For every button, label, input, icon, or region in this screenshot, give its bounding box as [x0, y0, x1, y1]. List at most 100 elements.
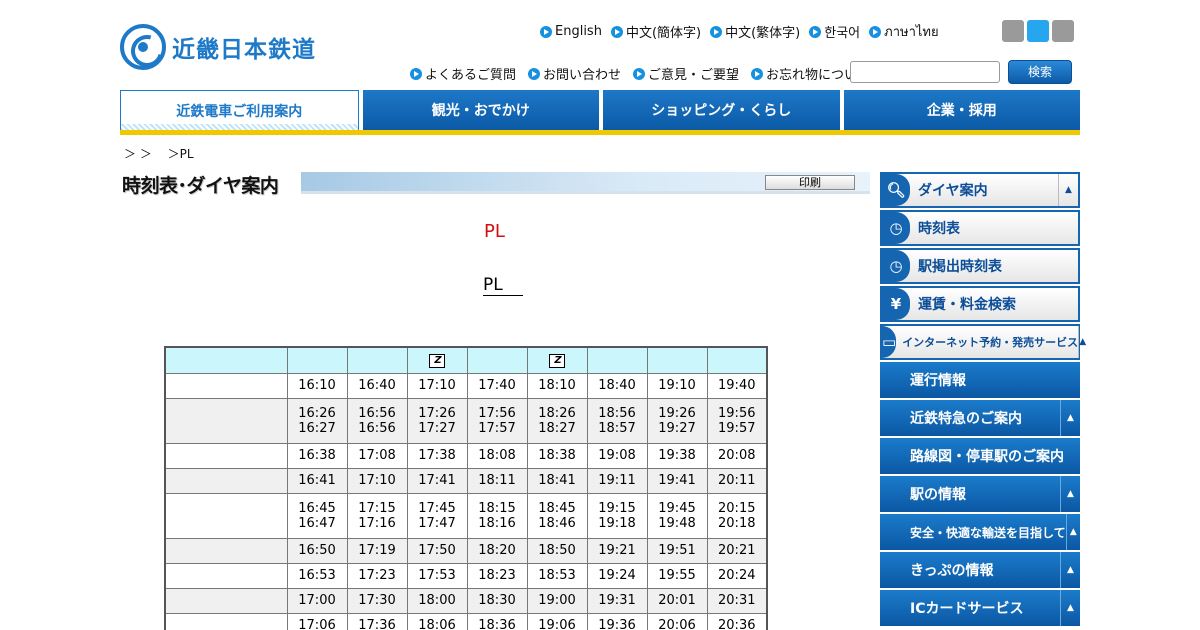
nav-tab-shopping[interactable]: ショッピング・くらし — [603, 90, 840, 130]
lang-link-korean[interactable]: 한국어 — [809, 21, 860, 42]
font-size-medium-button[interactable] — [1027, 20, 1049, 42]
expand-arrow-icon[interactable]: ▲ — [1060, 552, 1080, 588]
time-cell[interactable]: 19:15 19:18 — [586, 492, 648, 539]
time-cell[interactable]: 18:45 18:46 — [526, 492, 588, 539]
time-cell[interactable]: 17:38 — [406, 442, 468, 469]
time-cell[interactable]: 20:06 — [646, 612, 708, 630]
expand-arrow-icon[interactable]: ▲ — [1078, 326, 1086, 358]
time-cell[interactable]: 18:10 — [526, 372, 588, 399]
font-size-large-button[interactable] — [1052, 20, 1074, 42]
time-cell[interactable]: 19:21 — [586, 537, 648, 564]
time-cell[interactable]: 20:11 — [706, 467, 768, 494]
time-cell[interactable]: 17:56 17:57 — [466, 397, 528, 444]
time-cell[interactable]: 19:06 — [526, 612, 588, 630]
time-cell[interactable]: 17:00 — [286, 587, 348, 614]
time-cell[interactable]: 19:56 19:57 — [706, 397, 768, 444]
time-cell[interactable]: 19:51 — [646, 537, 708, 564]
side-nav-link[interactable]: ICカードサービス ▲ — [880, 590, 1080, 626]
side-nav-item[interactable]: ◷ 時刻表 — [880, 210, 1080, 246]
site-search-input[interactable] — [850, 61, 1000, 83]
time-cell[interactable]: 16:10 — [286, 372, 348, 399]
time-cell[interactable]: 20:01 — [646, 587, 708, 614]
lang-link-thai[interactable]: ภาษาไทย — [869, 21, 939, 42]
time-cell[interactable]: 19:31 — [586, 587, 648, 614]
time-cell[interactable]: 18:20 — [466, 537, 528, 564]
time-cell[interactable]: 20:36 — [706, 612, 768, 630]
time-cell[interactable]: 18:53 — [526, 562, 588, 589]
side-nav-item[interactable]: ▭ インターネット予約・発売サービス ▲ — [880, 324, 1086, 360]
time-cell[interactable]: 19:11 — [586, 467, 648, 494]
time-cell[interactable]: 18:41 — [526, 467, 588, 494]
time-cell[interactable]: 17:50 — [406, 537, 468, 564]
time-cell[interactable]: 18:38 — [526, 442, 588, 469]
nav-tab-corporate[interactable]: 企業・採用 — [843, 90, 1080, 130]
time-cell[interactable]: 20:08 — [706, 442, 768, 469]
time-cell[interactable]: 16:56 16:56 — [346, 397, 408, 444]
time-cell[interactable]: 19:10 — [646, 372, 708, 399]
expand-arrow-icon[interactable]: ▲ — [1065, 514, 1080, 550]
kintetsu-logo[interactable]: 近畿日本鉄道 — [120, 24, 316, 70]
time-cell[interactable]: 18:08 — [466, 442, 528, 469]
expand-arrow-icon[interactable]: ▲ — [1060, 590, 1080, 626]
time-cell[interactable]: 19:26 19:27 — [646, 397, 708, 444]
time-cell[interactable]: 16:50 — [286, 537, 348, 564]
search-button[interactable]: 検索 — [1008, 60, 1072, 84]
time-cell[interactable]: 18:56 18:57 — [586, 397, 648, 444]
time-cell[interactable]: 19:55 — [646, 562, 708, 589]
time-cell[interactable]: 18:00 — [406, 587, 468, 614]
time-cell[interactable]: 20:24 — [706, 562, 768, 589]
time-cell[interactable]: 18:06 — [406, 612, 468, 630]
time-cell[interactable]: 19:41 — [646, 467, 708, 494]
time-cell[interactable]: 19:00 — [526, 587, 588, 614]
side-nav-link[interactable]: 駅の情報 ▲ — [880, 476, 1080, 512]
side-nav-link[interactable]: 近鉄特急のご案内 ▲ — [880, 400, 1080, 436]
font-size-small-button[interactable] — [1002, 20, 1024, 42]
time-cell[interactable]: 17:40 — [466, 372, 528, 399]
time-cell[interactable]: 16:40 — [346, 372, 408, 399]
time-cell[interactable]: 18:23 — [466, 562, 528, 589]
time-cell[interactable]: 18:36 — [466, 612, 528, 630]
faq-link[interactable]: よくあるご質問 — [410, 64, 516, 83]
contact-link[interactable]: お問い合わせ — [528, 64, 621, 83]
time-cell[interactable]: 19:38 — [646, 442, 708, 469]
time-cell[interactable]: 16:38 — [286, 442, 348, 469]
time-cell[interactable]: 17:36 — [346, 612, 408, 630]
time-cell[interactable]: 20:15 20:18 — [706, 492, 768, 539]
time-cell[interactable]: 18:15 18:16 — [466, 492, 528, 539]
side-nav-link[interactable]: 運行情報 — [880, 362, 1080, 398]
time-cell[interactable]: 17:10 — [346, 467, 408, 494]
time-cell[interactable]: 17:06 — [286, 612, 348, 630]
time-cell[interactable]: 17:30 — [346, 587, 408, 614]
time-cell[interactable]: 16:41 — [286, 467, 348, 494]
side-nav-item[interactable]: ¥ 運賃・料金検索 — [880, 286, 1080, 322]
time-cell[interactable]: 19:36 — [586, 612, 648, 630]
time-cell[interactable]: 19:45 19:48 — [646, 492, 708, 539]
expand-arrow-icon[interactable]: ▲ — [1060, 400, 1080, 436]
lang-link-chinese-simplified[interactable]: 中文(簡体字) — [610, 21, 701, 42]
time-cell[interactable]: 18:40 — [586, 372, 648, 399]
time-cell[interactable]: 18:11 — [466, 467, 528, 494]
time-cell[interactable]: 17:19 — [346, 537, 408, 564]
time-cell[interactable]: 18:50 — [526, 537, 588, 564]
time-cell[interactable]: 20:21 — [706, 537, 768, 564]
time-cell[interactable]: 16:26 16:27 — [286, 397, 348, 444]
nav-tab-sightseeing[interactable]: 観光・おでかけ — [362, 90, 599, 130]
side-nav-link[interactable]: 安全・快適な輸送を目指して ▲ — [880, 514, 1080, 550]
expand-arrow-icon[interactable]: ▲ — [1060, 476, 1080, 512]
side-nav-item[interactable]: ◷ 駅掲出時刻表 — [880, 248, 1080, 284]
time-cell[interactable]: 18:26 18:27 — [526, 397, 588, 444]
expand-arrow-icon[interactable]: ▲ — [1058, 174, 1078, 206]
time-cell[interactable]: 19:08 — [586, 442, 648, 469]
time-cell[interactable]: 16:53 — [286, 562, 348, 589]
time-cell[interactable]: 19:24 — [586, 562, 648, 589]
feedback-link[interactable]: ご意見・ご要望 — [633, 64, 739, 83]
nav-tab-train-guide[interactable]: 近鉄電車ご利用案内 — [120, 90, 359, 130]
lang-link-chinese-traditional[interactable]: 中文(繁体字) — [710, 21, 800, 42]
side-nav-link[interactable]: 路線図・停車駅のご案内 — [880, 438, 1080, 474]
time-cell[interactable]: 17:53 — [406, 562, 468, 589]
time-cell[interactable]: 17:10 — [406, 372, 468, 399]
time-cell[interactable]: 17:41 — [406, 467, 468, 494]
side-nav-link[interactable]: きっぷの情報 ▲ — [880, 552, 1080, 588]
time-cell[interactable]: 17:23 — [346, 562, 408, 589]
time-cell[interactable]: 17:15 17:16 — [346, 492, 408, 539]
